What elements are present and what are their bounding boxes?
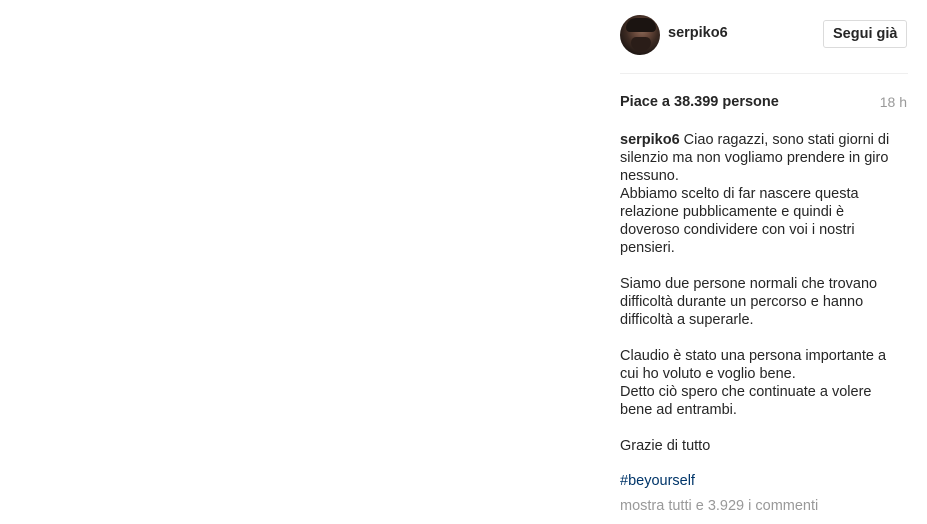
post-media-area[interactable] <box>0 0 600 524</box>
avatar[interactable] <box>620 15 660 55</box>
username-link[interactable]: serpiko6 <box>668 25 728 41</box>
post-header: serpiko6 Segui già <box>620 15 908 55</box>
hashtag-link[interactable]: #beyourself <box>620 473 695 489</box>
post-caption: serpiko6 Ciao ragazzi, sono stati giorni… <box>620 131 905 455</box>
caption-gap <box>620 419 905 437</box>
post-timestamp[interactable]: 18 h <box>880 94 907 110</box>
caption-text-3: Siamo due persone normali che trovano di… <box>620 276 878 328</box>
caption-paragraph-1: serpiko6 Ciao ragazzi, sono stati giorni… <box>620 131 905 185</box>
caption-text-5: Detto ciò spero che continuate a volere … <box>620 384 872 418</box>
likes-count[interactable]: Piace a 38.399 persone <box>620 94 779 110</box>
caption-author-link[interactable]: serpiko6 <box>620 132 680 148</box>
caption-text-4: Claudio è stato una persona importante a… <box>620 348 887 382</box>
show-all-comments-link[interactable]: mostra tutti e 3.929 i commenti <box>620 498 818 514</box>
caption-gap <box>620 329 905 347</box>
caption-text-6: Grazie di tutto <box>620 438 711 454</box>
following-button[interactable]: Segui già <box>823 20 908 48</box>
header-divider <box>620 73 908 74</box>
avatar-beard <box>631 37 651 51</box>
caption-text-2: Abbiamo scelto di far nascere questa rel… <box>620 186 859 256</box>
post-side-panel: serpiko6 Segui già Piace a 38.399 person… <box>620 0 910 524</box>
caption-gap <box>620 257 905 275</box>
avatar-hair <box>626 18 656 32</box>
